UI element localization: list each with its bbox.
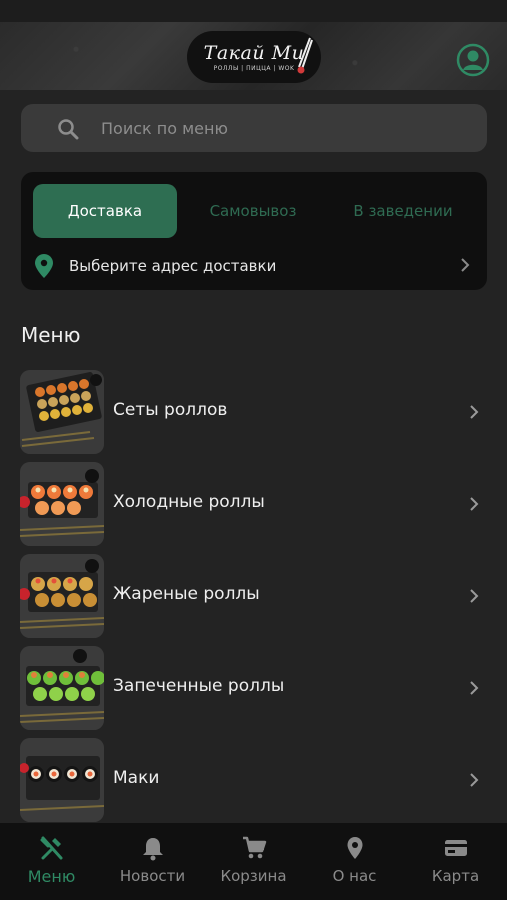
- menu-item-cold-rolls[interactable]: Холодные роллы: [20, 462, 488, 546]
- fork-knife-icon: [40, 836, 62, 860]
- tab-label: Карта: [431, 867, 480, 885]
- tab-news[interactable]: Новости: [102, 823, 203, 900]
- chevron-right-icon: [470, 405, 479, 419]
- chevron-right-icon: [470, 497, 479, 511]
- fried-rolls-image: [20, 554, 104, 638]
- maki-image: [20, 738, 104, 822]
- search-placeholder: Поиск по меню: [101, 119, 228, 138]
- menu-item-label: Холодные роллы: [113, 492, 265, 512]
- menu-item-label: Жареные роллы: [113, 584, 260, 604]
- tab-label: Новости: [119, 867, 186, 885]
- status-bar: [0, 0, 507, 22]
- tab-pickup[interactable]: Самовывоз: [191, 184, 315, 238]
- menu-item-fried-rolls[interactable]: Жареные роллы: [20, 554, 488, 638]
- roll-sets-image: [20, 370, 104, 454]
- cold-rolls-image: [20, 462, 104, 546]
- baked-rolls-image: [20, 646, 104, 730]
- brand-logo[interactable]: Такай Ми РОЛЛЫ | ПИЦЦА | WOK: [187, 31, 321, 83]
- map-pin-icon: [347, 837, 362, 859]
- cart-icon: [242, 836, 266, 859]
- chevron-right-icon: [470, 589, 479, 603]
- tab-label: Меню: [27, 867, 76, 886]
- menu-item-baked-rolls[interactable]: Запеченные роллы: [20, 646, 488, 730]
- address-select-link[interactable]: Выберите адрес доставки: [69, 257, 276, 275]
- menu-item-label: Запеченные роллы: [113, 676, 285, 696]
- map-pin-icon: [35, 254, 53, 278]
- bell-icon: [142, 838, 163, 861]
- credit-card-icon: [444, 840, 467, 856]
- search-input[interactable]: Поиск по меню: [21, 104, 487, 152]
- brand-tagline: РОЛЛЫ | ПИЦЦА | WOK: [213, 65, 295, 72]
- chevron-right-icon: [470, 681, 479, 695]
- chevron-right-icon[interactable]: [459, 257, 471, 273]
- brand-name: Такай Ми: [203, 42, 305, 64]
- tab-label: О нас: [332, 867, 377, 885]
- menu-item-roll-sets[interactable]: Сеты роллов: [20, 370, 488, 454]
- menu-item-maki[interactable]: Маки: [20, 738, 488, 822]
- chopsticks-icon: [297, 37, 313, 74]
- menu-item-label: Маки: [113, 768, 160, 788]
- tab-menu[interactable]: Меню: [1, 823, 102, 900]
- menu-item-label: Сеты роллов: [113, 400, 228, 420]
- tab-label: Корзина: [220, 867, 287, 885]
- tab-delivery[interactable]: Доставка: [33, 184, 177, 238]
- tab-about[interactable]: О нас: [304, 823, 405, 900]
- search-icon: [58, 119, 79, 140]
- delivery-mode-card: Доставка Самовывоз В заведении Выберите …: [21, 172, 487, 290]
- chevron-right-icon: [470, 773, 479, 787]
- tab-cart[interactable]: Корзина: [203, 823, 304, 900]
- tab-dine-in[interactable]: В заведении: [333, 184, 473, 238]
- tab-card[interactable]: Карта: [405, 823, 506, 900]
- header-banner: Такай Ми РОЛЛЫ | ПИЦЦА | WOK: [0, 22, 507, 90]
- menu-section-title: Меню: [21, 323, 81, 347]
- bottom-tab-bar: Меню Новости Корзина О нас Карта: [0, 823, 507, 900]
- user-circle-icon[interactable]: [456, 43, 490, 77]
